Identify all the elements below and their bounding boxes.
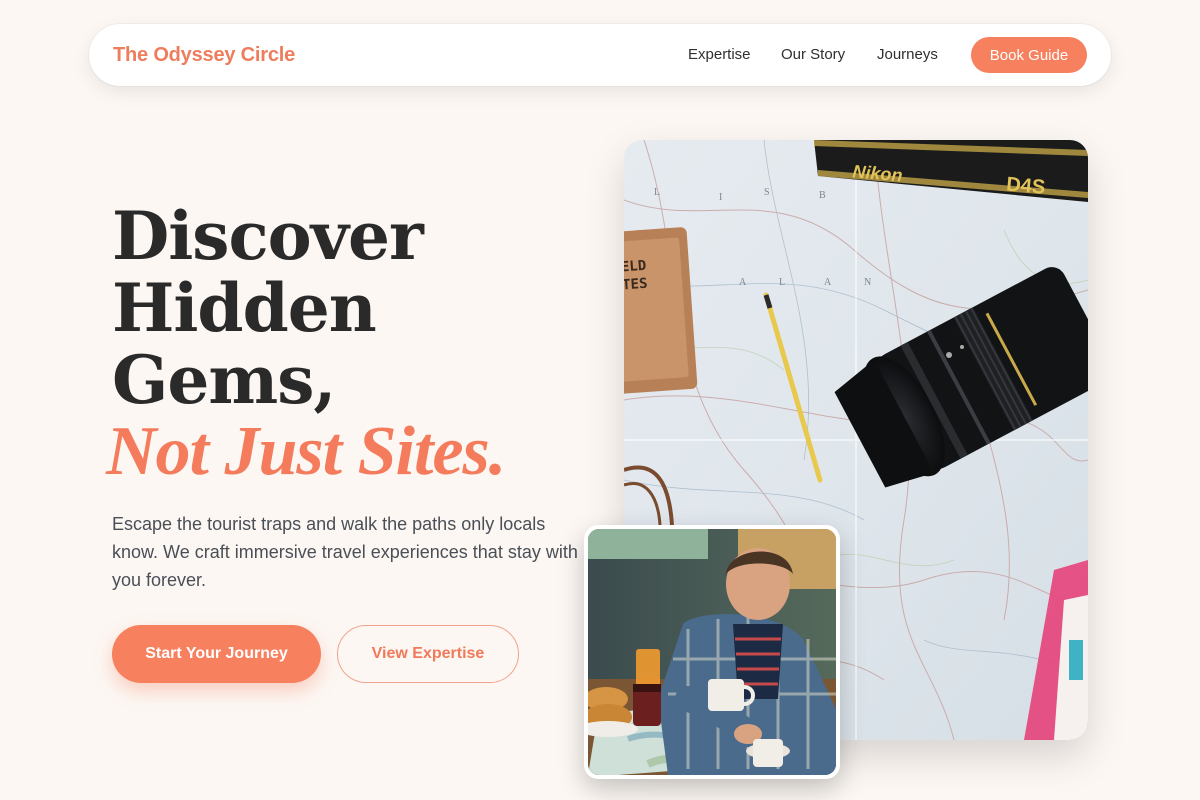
svg-text:A: A	[739, 277, 747, 288]
start-journey-button[interactable]: Start Your Journey	[112, 625, 321, 683]
svg-text:TES: TES	[624, 276, 648, 294]
svg-text:B: B	[819, 190, 826, 201]
top-navbar: The Odyssey Circle Expertise Our Story J…	[89, 24, 1111, 86]
svg-text:ELD: ELD	[624, 258, 647, 276]
headline-line: Gems,	[112, 341, 336, 419]
nav-link-our-story[interactable]: Our Story	[781, 46, 845, 63]
svg-text:A: A	[824, 277, 832, 288]
brand-logo[interactable]: The Odyssey Circle	[113, 44, 295, 67]
svg-text:L: L	[779, 277, 785, 288]
book-guide-button[interactable]: Book Guide	[971, 37, 1087, 73]
headline-line: Discover	[112, 197, 424, 275]
headline-accent: Not Just Sites.	[106, 413, 506, 490]
svg-text:N: N	[864, 277, 871, 288]
hero-subtext: Escape the tourist traps and walk the pa…	[112, 514, 578, 590]
nav-link-journeys[interactable]: Journeys	[877, 46, 938, 63]
inset-photo-traveler	[584, 525, 840, 779]
svg-text:I: I	[719, 192, 722, 203]
svg-text:L: L	[654, 187, 660, 198]
headline-line: Hidden	[112, 269, 377, 347]
svg-text:S: S	[764, 187, 770, 198]
camera-strap-model: D4S	[1005, 173, 1046, 198]
hero-headline: Discover Hidden Gems, Not Just Sites.	[106, 197, 506, 488]
view-expertise-button[interactable]: View Expertise	[337, 625, 519, 683]
nav-link-expertise[interactable]: Expertise	[688, 46, 751, 63]
